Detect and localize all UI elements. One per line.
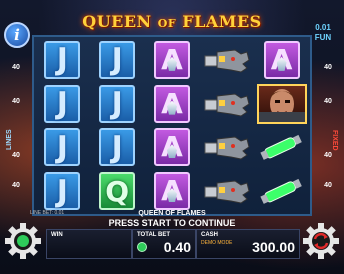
reel-cell: J bbox=[36, 83, 89, 125]
lines-count: 40 bbox=[324, 182, 332, 189]
symbol-a: A bbox=[153, 128, 190, 167]
status-message: PRESS START TO CONTINUE bbox=[108, 218, 236, 228]
symbol-j: J bbox=[44, 40, 81, 79]
total-bet-panel[interactable]: TOTAL BET 0.40 bbox=[132, 229, 196, 259]
lines-count: 40 bbox=[12, 152, 20, 159]
bet-coin-icon bbox=[137, 242, 147, 252]
reel-cell: A bbox=[146, 83, 199, 125]
lines-count: 40 bbox=[12, 64, 20, 71]
lines-count: 40 bbox=[324, 98, 332, 105]
lines-count: 40 bbox=[324, 64, 332, 71]
reel-area: JJAAJJAJJAJQA bbox=[32, 35, 312, 216]
reel-cell bbox=[255, 170, 308, 212]
reel-cell: A bbox=[146, 127, 199, 169]
right-lines-bar: 40 40 FIXED 40 40 bbox=[318, 60, 338, 220]
total-bet-label: TOTAL BET bbox=[137, 232, 170, 238]
win-label: WIN bbox=[51, 232, 63, 238]
lines-count: 40 bbox=[324, 152, 332, 159]
left-lines-bar: 40 40 LINES 40 40 bbox=[6, 60, 26, 220]
reel-cell bbox=[255, 83, 308, 125]
info-button[interactable]: i bbox=[4, 22, 30, 48]
reel-cell bbox=[200, 170, 253, 212]
reel-cell: A bbox=[255, 39, 308, 81]
reel-cell bbox=[200, 83, 253, 125]
gauntlet-icon bbox=[203, 86, 251, 122]
gauntlet-icon bbox=[203, 129, 251, 165]
lines-count: 40 bbox=[12, 182, 20, 189]
game-title: QUEEN OF FLAMES bbox=[82, 11, 262, 31]
symbol-j: J bbox=[99, 128, 136, 167]
reel-cell: J bbox=[91, 39, 144, 81]
symbol-a: A bbox=[153, 84, 190, 123]
total-bet-value: 0.40 bbox=[163, 239, 191, 255]
reel-cell: J bbox=[91, 83, 144, 125]
gauntlet-icon bbox=[203, 173, 251, 209]
symbol-a: A bbox=[153, 40, 190, 79]
symbol-a: A bbox=[263, 40, 300, 79]
reel-cell: Q bbox=[91, 170, 144, 212]
reel-cell: A bbox=[146, 170, 199, 212]
reel-cell: J bbox=[36, 170, 89, 212]
reel-cell: J bbox=[36, 127, 89, 169]
reel-cell bbox=[200, 39, 253, 81]
win-panel: WIN bbox=[46, 229, 132, 259]
gear-icon bbox=[5, 223, 41, 259]
gear-icon bbox=[303, 223, 339, 259]
reel-cell: A bbox=[146, 39, 199, 81]
symbol-q: Q bbox=[99, 172, 136, 211]
start-button[interactable] bbox=[4, 222, 42, 260]
villain-icon bbox=[256, 83, 307, 124]
symbol-j: J bbox=[99, 84, 136, 123]
lines-count: 40 bbox=[12, 98, 20, 105]
symbol-j: J bbox=[99, 40, 136, 79]
symbol-a: A bbox=[153, 172, 190, 211]
reel-cell: J bbox=[91, 127, 144, 169]
cash-panel: CASH DEMO MODE 300.00 bbox=[196, 229, 300, 259]
cash-label: CASH bbox=[201, 232, 219, 238]
reel-cell bbox=[255, 127, 308, 169]
vial-icon bbox=[258, 132, 306, 162]
symbol-j: J bbox=[44, 84, 81, 123]
autoplay-button[interactable] bbox=[302, 222, 340, 260]
cash-value: 300.00 bbox=[252, 239, 295, 255]
footer-game-name: QUEEN OF FLAMES bbox=[138, 210, 206, 217]
vial-icon bbox=[258, 176, 306, 206]
reel-cell bbox=[200, 127, 253, 169]
symbol-j: J bbox=[44, 128, 81, 167]
gauntlet-icon bbox=[203, 42, 251, 78]
demo-mode-label: DEMO MODE bbox=[201, 240, 233, 246]
reel-cell: J bbox=[36, 39, 89, 81]
coin-value: 0.01 bbox=[315, 23, 331, 32]
reel-grid: JJAAJJAJJAJQA bbox=[36, 39, 308, 212]
symbol-j: J bbox=[44, 172, 81, 211]
